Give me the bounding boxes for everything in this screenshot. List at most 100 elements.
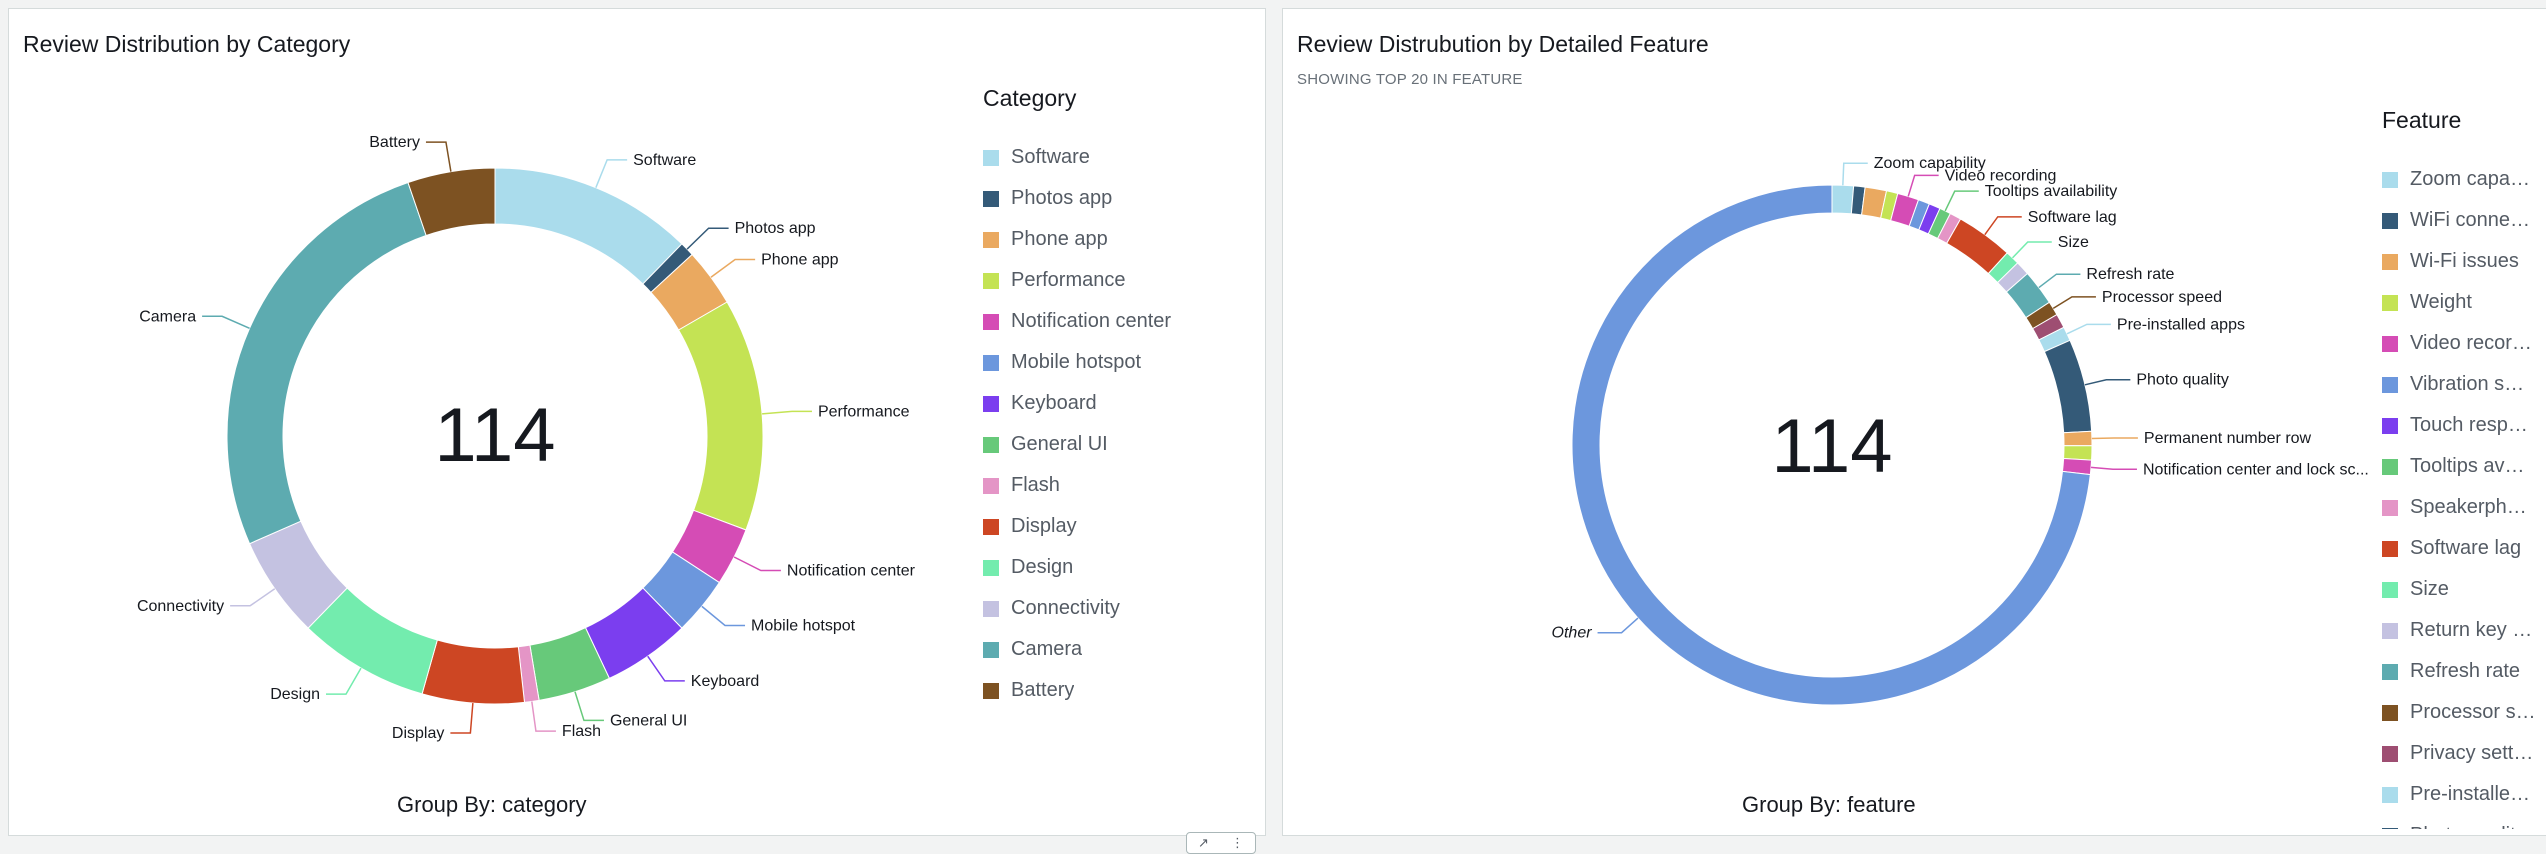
slice-label: Tooltips availability [1985,183,2118,200]
legend-swatch [983,313,999,330]
callout-line [326,667,362,695]
legend-swatch [2382,786,2398,803]
callout-line [2011,241,2052,259]
callout-line [2091,437,2138,440]
slice-label: Phone app [761,252,839,269]
legend-item[interactable]: Connectivity [983,588,1253,629]
legend-swatch [983,149,999,166]
legend-item[interactable]: Mobile hotspot [983,342,1253,383]
callout-line [1907,174,1939,197]
callout-line [2084,378,2131,386]
legend-swatch [983,559,999,576]
callout-line [2038,273,2081,289]
legend-item[interactable]: Performance [983,260,1253,301]
legend-item[interactable]: Weight [2382,282,2542,323]
slice-label: Pre-installed apps [2117,316,2245,333]
legend-swatch [2382,417,2398,434]
legend-item[interactable]: Touch resp… [2382,405,2542,446]
donut-slice-permanent-number-row[interactable] [2063,430,2093,447]
legend-item[interactable]: Vibration s… [2382,364,2542,405]
legend-item[interactable]: Speakerph… [2382,487,2542,528]
legend-item[interactable]: Processor s… [2382,692,2542,733]
legend-item[interactable]: WiFi conne… [2382,200,2542,241]
donut-slice-display[interactable] [421,639,526,705]
legend-label: Speakerph… [2410,496,2527,518]
donut-slice-photo-quality[interactable] [2043,339,2093,434]
legend-label: Weight [2410,291,2472,313]
callout-line [2066,323,2111,335]
expand-arrow-icon[interactable]: ↗ [1198,835,1209,851]
slice-label: Other [1552,625,1593,642]
center-total: 114 [1771,404,1892,489]
donut-slice-software[interactable] [494,167,683,285]
legend-item[interactable]: Display [983,506,1253,547]
slice-label: Video recording [1945,167,2057,184]
legend-label: Mobile hotspot [1011,351,1142,373]
legend-item[interactable]: Phone app [983,219,1253,260]
legend-label: Refresh rate [2410,660,2521,682]
legend-label: Wi-Fi issues [2410,250,2519,272]
legend-swatch [2382,581,2398,598]
legend-label: Notification center [1011,310,1172,332]
legend-item[interactable]: Software [983,137,1253,178]
callout-line [1944,190,1979,212]
donut-slice-camera[interactable] [226,181,427,545]
legend-swatch [2382,622,2398,639]
callout-line [2090,466,2137,471]
legend-item[interactable]: Keyboard [983,383,1253,424]
donut-slice-keyboard[interactable] [2063,445,2093,461]
legend-item[interactable]: Refresh rate [2382,651,2542,692]
callout-line [733,556,781,572]
slice-label: Software [633,152,696,169]
legend-label: Tooltips av… [2410,455,2525,477]
legend-item[interactable]: Pre-installe… [2382,774,2542,815]
legend-item[interactable]: Flash [983,465,1253,506]
legend-swatch [2382,294,2398,311]
legend-label: Battery [1011,679,1075,701]
legend-label: Performance [1011,269,1126,291]
legend-item[interactable]: Size [2382,569,2542,610]
callout-line [425,141,452,172]
legend-item[interactable]: Notification center [983,301,1253,342]
legend-swatch [2382,745,2398,762]
donut-slice-zoom-capability[interactable] [1831,184,1855,215]
legend-label: Size [2410,578,2449,600]
group-by-label: Group By: feature [1742,792,1916,817]
legend-label: Vibration s… [2410,373,2525,395]
legend-swatch [983,436,999,453]
legend-label: General UI [1011,433,1108,455]
callout-line [230,588,276,607]
legend-item[interactable]: Battery [983,670,1253,711]
donut-slice-performance[interactable] [677,301,764,531]
center-total: 114 [434,393,555,478]
slice-label: Keyboard [691,673,760,690]
feature-donut-chart: Zoom capabilityVideo recordingTooltips a… [1552,155,2369,706]
legend-swatch [983,190,999,207]
legend-item[interactable]: Photos app [983,178,1253,219]
legend-item[interactable]: Software lag [2382,528,2542,569]
legend-label: Software [1011,146,1090,168]
callout-line [574,691,604,722]
legend-item[interactable]: Photo quality [2382,815,2542,829]
legend-item[interactable]: Camera [983,629,1253,670]
callout-line [595,159,628,188]
legend-label: Keyboard [1011,392,1097,414]
legend-label: Connectivity [1011,597,1120,619]
legend-swatch [2382,663,2398,680]
callout-line [1984,216,2022,236]
legend-item[interactable]: Tooltips av… [2382,446,2542,487]
legend-swatch [2382,335,2398,352]
slice-label: Processor speed [2102,289,2222,306]
legend-swatch [2382,499,2398,516]
more-options-icon[interactable]: ⋮ [1231,835,1244,851]
legend-swatch [2382,704,2398,721]
legend-item[interactable]: General UI [983,424,1253,465]
legend-item[interactable]: Return key … [2382,610,2542,651]
legend-item[interactable]: Zoom capa… [2382,159,2542,200]
legend-item[interactable]: Privacy sett… [2382,733,2542,774]
legend-item[interactable]: Video recor… [2382,323,2542,364]
legend-item[interactable]: Design [983,547,1253,588]
legend-item[interactable]: Wi-Fi issues [2382,241,2542,282]
legend-swatch [2382,827,2398,829]
slice-label: Photo quality [2136,372,2229,389]
